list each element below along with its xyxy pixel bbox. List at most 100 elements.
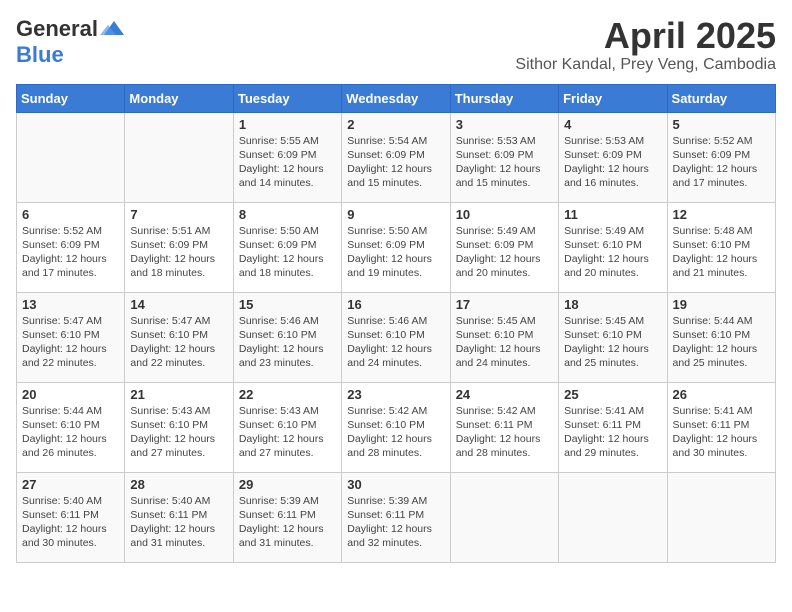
calendar-cell: 17 Sunrise: 5:45 AMSunset: 6:10 PMDayligh… [450,292,558,382]
day-sun-info: Sunrise: 5:44 AMSunset: 6:10 PMDaylight:… [673,314,770,371]
calendar-cell: 20 Sunrise: 5:44 AMSunset: 6:10 PMDayligh… [17,382,125,472]
day-sun-info: Sunrise: 5:43 AMSunset: 6:10 PMDaylight:… [239,404,336,461]
day-number: 20 [22,387,119,402]
day-number: 17 [456,297,553,312]
day-sun-info: Sunrise: 5:41 AMSunset: 6:11 PMDaylight:… [673,404,770,461]
calendar-week-row: 13 Sunrise: 5:47 AMSunset: 6:10 PMDayligh… [17,292,776,382]
day-number: 4 [564,117,661,132]
day-number: 28 [130,477,227,492]
day-sun-info: Sunrise: 5:39 AMSunset: 6:11 PMDaylight:… [347,494,444,551]
day-of-week-header: Friday [559,84,667,112]
logo-icon [100,17,124,41]
calendar-cell: 27 Sunrise: 5:40 AMSunset: 6:11 PMDayligh… [17,472,125,562]
calendar-cell [450,472,558,562]
calendar-cell: 21 Sunrise: 5:43 AMSunset: 6:10 PMDayligh… [125,382,233,472]
day-number: 7 [130,207,227,222]
calendar-week-row: 6 Sunrise: 5:52 AMSunset: 6:09 PMDaylight… [17,202,776,292]
day-sun-info: Sunrise: 5:55 AMSunset: 6:09 PMDaylight:… [239,134,336,191]
calendar-cell [559,472,667,562]
day-number: 2 [347,117,444,132]
day-sun-info: Sunrise: 5:46 AMSunset: 6:10 PMDaylight:… [347,314,444,371]
day-number: 13 [22,297,119,312]
day-number: 30 [347,477,444,492]
calendar-cell: 10Sunrise: 5:49 AMSunset: 6:09 PMDayligh… [450,202,558,292]
day-sun-info: Sunrise: 5:39 AMSunset: 6:11 PMDaylight:… [239,494,336,551]
day-sun-info: Sunrise: 5:47 AMSunset: 6:10 PMDaylight:… [22,314,119,371]
day-number: 18 [564,297,661,312]
calendar-cell: 7 Sunrise: 5:51 AMSunset: 6:09 PMDaylight… [125,202,233,292]
day-of-week-header: Wednesday [342,84,450,112]
day-sun-info: Sunrise: 5:41 AMSunset: 6:11 PMDaylight:… [564,404,661,461]
day-number: 5 [673,117,770,132]
day-sun-info: Sunrise: 5:45 AMSunset: 6:10 PMDaylight:… [564,314,661,371]
calendar-cell: 15Sunrise: 5:46 AMSunset: 6:10 PMDayligh… [233,292,341,382]
calendar-cell [125,112,233,202]
calendar-cell: 23Sunrise: 5:42 AMSunset: 6:10 PMDayligh… [342,382,450,472]
day-number: 14 [130,297,227,312]
header: General Blue April 2025 Sithor Kandal, P… [16,16,776,74]
day-number: 22 [239,387,336,402]
day-of-week-header: Thursday [450,84,558,112]
day-sun-info: Sunrise: 5:53 AMSunset: 6:09 PMDaylight:… [456,134,553,191]
calendar-cell: 29 Sunrise: 5:39 AMSunset: 6:11 PMDayligh… [233,472,341,562]
day-number: 16 [347,297,444,312]
day-number: 26 [673,387,770,402]
day-sun-info: Sunrise: 5:49 AMSunset: 6:09 PMDaylight:… [456,224,553,281]
day-sun-info: Sunrise: 5:40 AMSunset: 6:11 PMDaylight:… [22,494,119,551]
day-sun-info: Sunrise: 5:50 AMSunset: 6:09 PMDaylight:… [239,224,336,281]
month-title: April 2025 [515,16,776,56]
logo-blue-text: Blue [16,42,64,68]
calendar-cell: 3Sunrise: 5:53 AMSunset: 6:09 PMDaylight… [450,112,558,202]
calendar-cell: 5 Sunrise: 5:52 AMSunset: 6:09 PMDaylight… [667,112,775,202]
title-area: April 2025 Sithor Kandal, Prey Veng, Cam… [515,16,776,74]
day-sun-info: Sunrise: 5:44 AMSunset: 6:10 PMDaylight:… [22,404,119,461]
calendar-cell: 19 Sunrise: 5:44 AMSunset: 6:10 PMDayligh… [667,292,775,382]
calendar-cell: 8 Sunrise: 5:50 AMSunset: 6:09 PMDaylight… [233,202,341,292]
calendar-cell: 25 Sunrise: 5:41 AMSunset: 6:11 PMDayligh… [559,382,667,472]
calendar-cell: 24 Sunrise: 5:42 AMSunset: 6:11 PMDayligh… [450,382,558,472]
day-sun-info: Sunrise: 5:45 AMSunset: 6:10 PMDaylight:… [456,314,553,371]
day-sun-info: Sunrise: 5:54 AMSunset: 6:09 PMDaylight:… [347,134,444,191]
day-sun-info: Sunrise: 5:52 AMSunset: 6:09 PMDaylight:… [673,134,770,191]
day-sun-info: Sunrise: 5:52 AMSunset: 6:09 PMDaylight:… [22,224,119,281]
day-number: 8 [239,207,336,222]
calendar-cell: 12Sunrise: 5:48 AMSunset: 6:10 PMDayligh… [667,202,775,292]
calendar-cell: 6 Sunrise: 5:52 AMSunset: 6:09 PMDaylight… [17,202,125,292]
calendar-cell: 11Sunrise: 5:49 AMSunset: 6:10 PMDayligh… [559,202,667,292]
day-number: 29 [239,477,336,492]
logo-general-text: General [16,16,98,42]
location-title: Sithor Kandal, Prey Veng, Cambodia [515,56,776,74]
calendar-cell: 30 Sunrise: 5:39 AMSunset: 6:11 PMDayligh… [342,472,450,562]
calendar-cell: 13 Sunrise: 5:47 AMSunset: 6:10 PMDayligh… [17,292,125,382]
calendar-cell: 26 Sunrise: 5:41 AMSunset: 6:11 PMDayligh… [667,382,775,472]
day-number: 12 [673,207,770,222]
calendar-cell: 1Sunrise: 5:55 AMSunset: 6:09 PMDaylight… [233,112,341,202]
logo: General Blue [16,16,124,68]
day-sun-info: Sunrise: 5:40 AMSunset: 6:11 PMDaylight:… [130,494,227,551]
day-sun-info: Sunrise: 5:46 AMSunset: 6:10 PMDaylight:… [239,314,336,371]
calendar-cell: 4 Sunrise: 5:53 AMSunset: 6:09 PMDaylight… [559,112,667,202]
calendar-table: SundayMondayTuesdayWednesdayThursdayFrid… [16,84,776,563]
calendar-cell: 9Sunrise: 5:50 AMSunset: 6:09 PMDaylight… [342,202,450,292]
calendar-cell: 22 Sunrise: 5:43 AMSunset: 6:10 PMDayligh… [233,382,341,472]
calendar-cell: 14 Sunrise: 5:47 AMSunset: 6:10 PMDayligh… [125,292,233,382]
day-number: 24 [456,387,553,402]
day-sun-info: Sunrise: 5:53 AMSunset: 6:09 PMDaylight:… [564,134,661,191]
day-sun-info: Sunrise: 5:43 AMSunset: 6:10 PMDaylight:… [130,404,227,461]
day-of-week-header: Tuesday [233,84,341,112]
day-number: 19 [673,297,770,312]
day-number: 21 [130,387,227,402]
calendar-week-row: 1Sunrise: 5:55 AMSunset: 6:09 PMDaylight… [17,112,776,202]
day-number: 27 [22,477,119,492]
day-sun-info: Sunrise: 5:50 AMSunset: 6:09 PMDaylight:… [347,224,444,281]
day-number: 23 [347,387,444,402]
calendar-week-row: 20 Sunrise: 5:44 AMSunset: 6:10 PMDayligh… [17,382,776,472]
day-of-week-header: Saturday [667,84,775,112]
day-of-week-header: Monday [125,84,233,112]
day-sun-info: Sunrise: 5:42 AMSunset: 6:11 PMDaylight:… [456,404,553,461]
day-sun-info: Sunrise: 5:51 AMSunset: 6:09 PMDaylight:… [130,224,227,281]
day-number: 6 [22,207,119,222]
day-number: 25 [564,387,661,402]
day-sun-info: Sunrise: 5:47 AMSunset: 6:10 PMDaylight:… [130,314,227,371]
calendar-week-row: 27 Sunrise: 5:40 AMSunset: 6:11 PMDayligh… [17,472,776,562]
